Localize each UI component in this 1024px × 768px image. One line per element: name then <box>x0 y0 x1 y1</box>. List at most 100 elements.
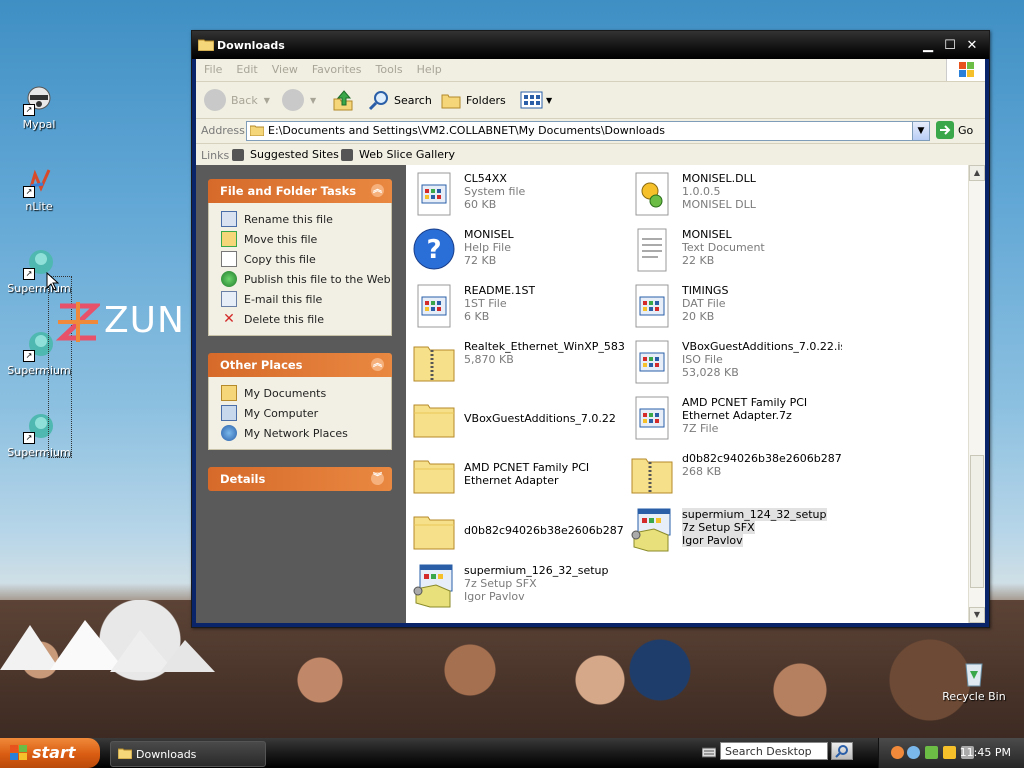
back-label: Back <box>231 93 258 107</box>
collapse-chevron-icon[interactable]: ︽ <box>371 184 384 197</box>
file-name: d0b82c94026b38e2606b287b... <box>682 452 842 465</box>
generic-file-icon <box>635 284 669 328</box>
task-label: Rename this file <box>244 212 333 226</box>
task-publish-web[interactable]: Publish this file to the Web <box>221 269 391 289</box>
links-label: Links <box>201 149 230 162</box>
start-button[interactable]: start <box>0 738 100 768</box>
nlite-icon: ↗ <box>23 166 55 198</box>
forward-dropdown-icon: ▼ <box>310 95 317 105</box>
help-file-icon: ? <box>413 228 455 270</box>
address-input[interactable]: E:\Documents and Settings\VM2.COLLABNET\… <box>246 121 930 141</box>
tray-security-icon[interactable] <box>943 746 956 759</box>
file-type: DAT File <box>682 297 726 310</box>
ie-page-icon <box>341 148 353 161</box>
desktop-icon-mypal[interactable]: ↗ Mypal <box>4 84 74 131</box>
start-label: start <box>32 743 76 762</box>
search-button[interactable]: Search <box>368 88 432 112</box>
vertical-scrollbar[interactable]: ▲ ▼ <box>968 165 985 623</box>
tray-app-icon[interactable] <box>891 746 904 759</box>
desktop-icon-recycle-bin[interactable]: Recycle Bin <box>938 656 1010 703</box>
forward-button[interactable]: ▼ <box>282 88 316 112</box>
menu-file[interactable]: File <box>196 59 228 76</box>
menu-edit[interactable]: Edit <box>228 59 263 76</box>
menu-help[interactable]: Help <box>409 59 448 76</box>
search-desktop-button[interactable] <box>831 742 853 760</box>
file-size: 5,870 KB <box>464 353 514 366</box>
file-folder-tasks-header[interactable]: File and Folder Tasks ︽ <box>208 179 392 203</box>
task-move-file[interactable]: Move this file <box>221 229 391 249</box>
back-arrow-icon <box>204 89 226 111</box>
file-size: 22 KB <box>682 254 715 267</box>
folders-button[interactable]: Folders <box>440 88 506 112</box>
scroll-thumb[interactable] <box>970 455 984 588</box>
views-button[interactable]: ▼ <box>520 88 552 112</box>
close-button[interactable]: ✕ <box>963 37 981 54</box>
explorer-window: Downloads ▁ ☐ ✕ File Edit View Favorites Too… <box>191 30 990 628</box>
other-places-header[interactable]: Other Places ︽ <box>208 353 392 377</box>
file-item-selected[interactable]: supermium_124_32_setup 7z Setup SFX Igor… <box>624 503 842 557</box>
shortcut-arrow-icon: ↗ <box>23 432 35 444</box>
desktop-icon-nlite[interactable]: ↗ nLite <box>4 166 74 213</box>
menu-view[interactable]: View <box>264 59 304 76</box>
menu-tools[interactable]: Tools <box>368 59 409 76</box>
maximize-button[interactable]: ☐ <box>941 37 959 54</box>
file-item[interactable]: Realtek_Ethernet_WinXP_583... 5,870 KB <box>406 335 624 389</box>
file-item[interactable]: supermium_126_32_setup 7z Setup SFX Igor… <box>406 559 624 613</box>
folder-item[interactable]: VBoxGuestAdditions_7.0.22 <box>406 391 624 445</box>
zune-text: ZUN <box>104 300 185 341</box>
tray-search-icon[interactable] <box>907 746 920 759</box>
file-item[interactable]: README.1ST 1ST File 6 KB <box>406 279 624 333</box>
place-my-documents[interactable]: My Documents <box>221 383 391 403</box>
file-item[interactable]: TIMINGS DAT File 20 KB <box>624 279 842 333</box>
place-label: My Documents <box>244 386 327 400</box>
address-dropdown-button[interactable]: ▼ <box>912 122 929 140</box>
panel-title: Other Places <box>220 358 303 372</box>
task-rename-file[interactable]: Rename this file <box>221 209 391 229</box>
place-label: My Network Places <box>244 426 348 440</box>
desktop-icon-label: Mypal <box>22 118 56 131</box>
system-file-icon <box>417 172 451 216</box>
details-header[interactable]: Details ︾ <box>208 467 392 491</box>
task-email-file[interactable]: E-mail this file <box>221 289 391 309</box>
address-bar: Address E:\Documents and Settings\VM2.CO… <box>196 119 985 144</box>
file-size: 6 KB <box>464 310 490 323</box>
tray-network-icon[interactable] <box>925 746 938 759</box>
menu-favorites[interactable]: Favorites <box>304 59 368 76</box>
file-item[interactable]: ? MONISEL Help File 72 KB <box>406 223 624 277</box>
clock[interactable]: 11:45 PM <box>960 746 1011 759</box>
up-folder-icon <box>333 90 353 111</box>
windows-flag-icon <box>10 745 27 760</box>
file-size: 60 KB <box>464 198 497 211</box>
place-my-network[interactable]: My Network Places <box>221 423 391 443</box>
file-item[interactable]: MONISEL.DLL 1.0.0.5 MONISEL DLL <box>624 167 842 221</box>
task-delete-file[interactable]: ✕ Delete this file <box>221 309 391 329</box>
taskbar-button-downloads[interactable]: Downloads <box>110 741 266 767</box>
link-suggested-sites[interactable]: Suggested Sites <box>232 148 339 161</box>
link-web-slice-gallery[interactable]: Web Slice Gallery <box>341 148 455 161</box>
copy-icon <box>221 251 237 267</box>
file-type: 1ST File <box>464 297 507 310</box>
file-item[interactable]: d0b82c94026b38e2606b287b... 268 KB <box>624 447 842 501</box>
search-desktop-input[interactable]: Search Desktop <box>720 742 828 760</box>
task-label: Publish this file to the Web <box>244 272 391 286</box>
file-size: 72 KB <box>464 254 497 267</box>
place-my-computer[interactable]: My Computer <box>221 403 391 423</box>
task-copy-file[interactable]: Copy this file <box>221 249 391 269</box>
title-bar[interactable]: Downloads ▁ ☐ ✕ <box>192 31 989 59</box>
up-folder-button[interactable] <box>332 88 354 112</box>
file-item[interactable]: MONISEL Text Document 22 KB <box>624 223 842 277</box>
folder-item[interactable]: AMD PCNET Family PCI Ethernet Adapter <box>406 447 624 501</box>
expand-chevron-icon[interactable]: ︾ <box>371 472 384 485</box>
minimize-button[interactable]: ▁ <box>919 37 937 54</box>
search-icon <box>835 745 848 758</box>
folder-item[interactable]: d0b82c94026b38e2606b287b... <box>406 503 624 557</box>
file-item[interactable]: CL54XX System file 60 KB <box>406 167 624 221</box>
file-item[interactable]: AMD PCNET Family PCI Ethernet Adapter.7z… <box>624 391 842 445</box>
back-button[interactable]: Back ▼ <box>204 88 270 112</box>
scroll-down-button[interactable]: ▼ <box>969 607 985 623</box>
go-button[interactable]: Go <box>936 121 973 139</box>
file-name: AMD PCNET Family PCI Ethernet Adapter.7z <box>682 396 808 422</box>
collapse-chevron-icon[interactable]: ︽ <box>371 358 384 371</box>
file-item[interactable]: VBoxGuestAdditions_7.0.22.iso ISO File 5… <box>624 335 842 389</box>
scroll-up-button[interactable]: ▲ <box>969 165 985 181</box>
